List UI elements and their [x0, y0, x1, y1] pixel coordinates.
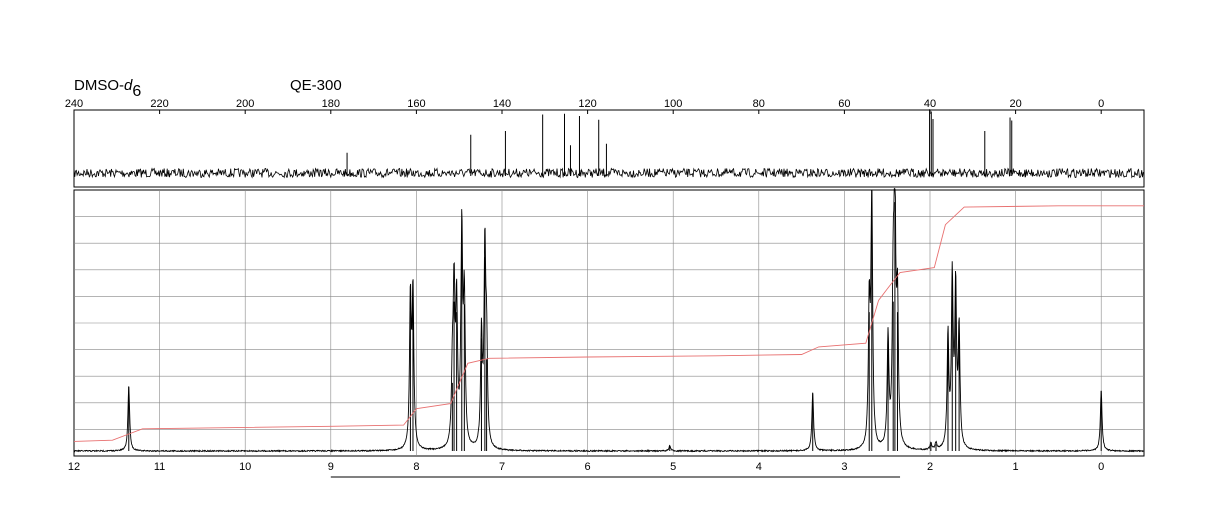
proton-x-tick-label: 11: [154, 461, 165, 473]
proton-x-tick-label: 6: [585, 461, 591, 473]
proton-x-tick-label: 12: [68, 461, 80, 473]
carbon-x-tick-label: 20: [1009, 98, 1021, 110]
carbon-13-spectrum-panel: 240 220 200 180 160 140 120 100 80 60 40 20 0: [65, 98, 1145, 188]
carbon-x-tick-label: 220: [150, 98, 168, 110]
carbon-x-tick-label: 240: [65, 98, 83, 110]
proton-x-tick-label: 9: [328, 461, 334, 473]
carbon-x-tick-label: 100: [664, 98, 682, 110]
proton-x-tick-label: 8: [413, 461, 419, 473]
carbon-x-tick-label: 180: [322, 98, 340, 110]
proton-x-tick-label: 7: [499, 461, 505, 473]
carbon-x-tick-label: 160: [407, 98, 425, 110]
proton-spectrum-panel: 12 11 10 9 8 7 6 5 4 3 2 1 0: [68, 187, 1145, 478]
carbon-x-tick-label: 140: [493, 98, 511, 110]
nmr-spectra-figure: DMSO-d6 QE-300 240 220 200 180 160 140 120 100 8…: [0, 0, 1224, 528]
proton-x-tick-label: 3: [841, 461, 847, 473]
proton-spectrum-trace: [73, 187, 1145, 453]
proton-x-tick-label: 4: [756, 461, 762, 473]
nmr-chart: 240 220 200 180 160 140 120 100 80 60 40 20 0 12 11 10…: [65, 98, 1145, 478]
proton-x-tick-label: 5: [670, 461, 676, 473]
carbon-x-tick-label: 120: [578, 98, 596, 110]
carbon-noise-baseline: [73, 167, 1145, 179]
carbon-x-tick-label: 80: [753, 98, 765, 110]
proton-x-tick-label: 2: [927, 461, 933, 473]
proton-x-tick-label: 10: [239, 461, 251, 473]
proton-x-tick-label: 0: [1098, 461, 1104, 473]
carbon-x-tick-label: 200: [236, 98, 254, 110]
carbon-x-tick-label: 0: [1098, 98, 1104, 110]
carbon-x-tick-label: 60: [838, 98, 850, 110]
integral-curve: [73, 205, 1144, 442]
carbon-x-tick-label: 40: [924, 98, 936, 110]
proton-x-tick-label: 1: [1013, 461, 1019, 473]
carbon-panel-frame: [73, 109, 1145, 188]
